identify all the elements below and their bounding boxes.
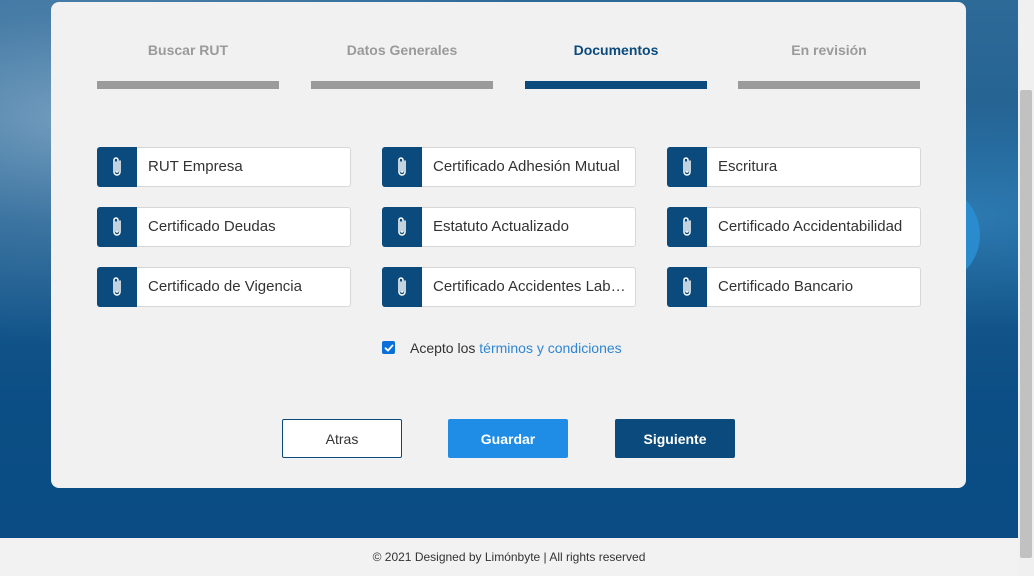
- document-label: Estatuto Actualizado: [433, 218, 569, 235]
- document-upload-certificado-adhesion-mutual[interactable]: Certificado Adhesión Mutual: [382, 147, 636, 187]
- wizard-card: Buscar RUT Datos Generales Documentos En…: [51, 2, 966, 488]
- paperclip-icon[interactable]: [382, 267, 422, 307]
- wizard-steps: Buscar RUT Datos Generales Documentos En…: [97, 2, 920, 92]
- document-upload-certificado-bancario[interactable]: Certificado Bancario: [667, 267, 921, 307]
- paperclip-icon[interactable]: [382, 207, 422, 247]
- document-upload-estatuto-actualizado[interactable]: Estatuto Actualizado: [382, 207, 636, 247]
- document-label: Certificado de Vigencia: [148, 278, 302, 295]
- document-label: Certificado Bancario: [718, 278, 854, 295]
- save-button[interactable]: Guardar: [448, 419, 568, 458]
- footer-text: © 2021 Designed by Limónbyte | All right…: [372, 550, 646, 564]
- document-upload-certificado-accidentes-laborales[interactable]: Certificado Accidentes Laborales: [382, 267, 636, 307]
- document-upload-certificado-accidentabilidad[interactable]: Certificado Accidentabilidad: [667, 207, 921, 247]
- step-progress-bar: [525, 81, 707, 89]
- document-upload-certificado-de-vigencia[interactable]: Certificado de Vigencia: [97, 267, 351, 307]
- step-label: En revisión: [791, 42, 867, 58]
- document-upload-escritura[interactable]: Escritura: [667, 147, 921, 187]
- step-progress-bar: [97, 81, 279, 89]
- document-label: Certificado Deudas: [148, 218, 276, 235]
- document-label: Certificado Accidentabilidad: [718, 218, 903, 235]
- terms-checkbox[interactable]: [382, 341, 395, 354]
- paperclip-icon[interactable]: [382, 147, 422, 187]
- scrollbar-thumb[interactable]: [1020, 90, 1032, 558]
- terms-link[interactable]: términos y condiciones: [479, 340, 621, 356]
- terms-text: Acepto los términos y condiciones: [410, 339, 622, 357]
- paperclip-icon[interactable]: [97, 267, 137, 307]
- step-en-revision[interactable]: En revisión: [738, 2, 920, 92]
- paperclip-icon[interactable]: [97, 207, 137, 247]
- document-label: Certificado Accidentes Laborales: [433, 278, 627, 295]
- document-label: Escritura: [718, 158, 778, 175]
- step-documentos[interactable]: Documentos: [525, 2, 707, 92]
- step-progress-bar: [311, 81, 493, 89]
- step-progress-bar: [738, 81, 920, 89]
- document-label: RUT Empresa: [148, 158, 243, 175]
- scrollbar[interactable]: [1018, 0, 1034, 576]
- step-datos-generales[interactable]: Datos Generales: [311, 2, 493, 92]
- terms-prefix: Acepto los: [410, 340, 480, 356]
- paperclip-icon[interactable]: [667, 267, 707, 307]
- check-icon: [384, 344, 393, 351]
- step-label: Documentos: [573, 42, 659, 58]
- step-label: Datos Generales: [346, 42, 458, 58]
- back-button[interactable]: Atras: [282, 419, 402, 458]
- paperclip-icon[interactable]: [667, 207, 707, 247]
- step-label: Buscar RUT: [147, 42, 229, 58]
- document-label: Certificado Adhesión Mutual: [433, 158, 620, 175]
- paperclip-icon[interactable]: [97, 147, 137, 187]
- next-button[interactable]: Siguiente: [615, 419, 735, 458]
- paperclip-icon[interactable]: [667, 147, 707, 187]
- document-upload-rut-empresa[interactable]: RUT Empresa: [97, 147, 351, 187]
- document-upload-certificado-deudas[interactable]: Certificado Deudas: [97, 207, 351, 247]
- footer: © 2021 Designed by Limónbyte | All right…: [0, 538, 1018, 576]
- step-buscar-rut[interactable]: Buscar RUT: [97, 2, 279, 92]
